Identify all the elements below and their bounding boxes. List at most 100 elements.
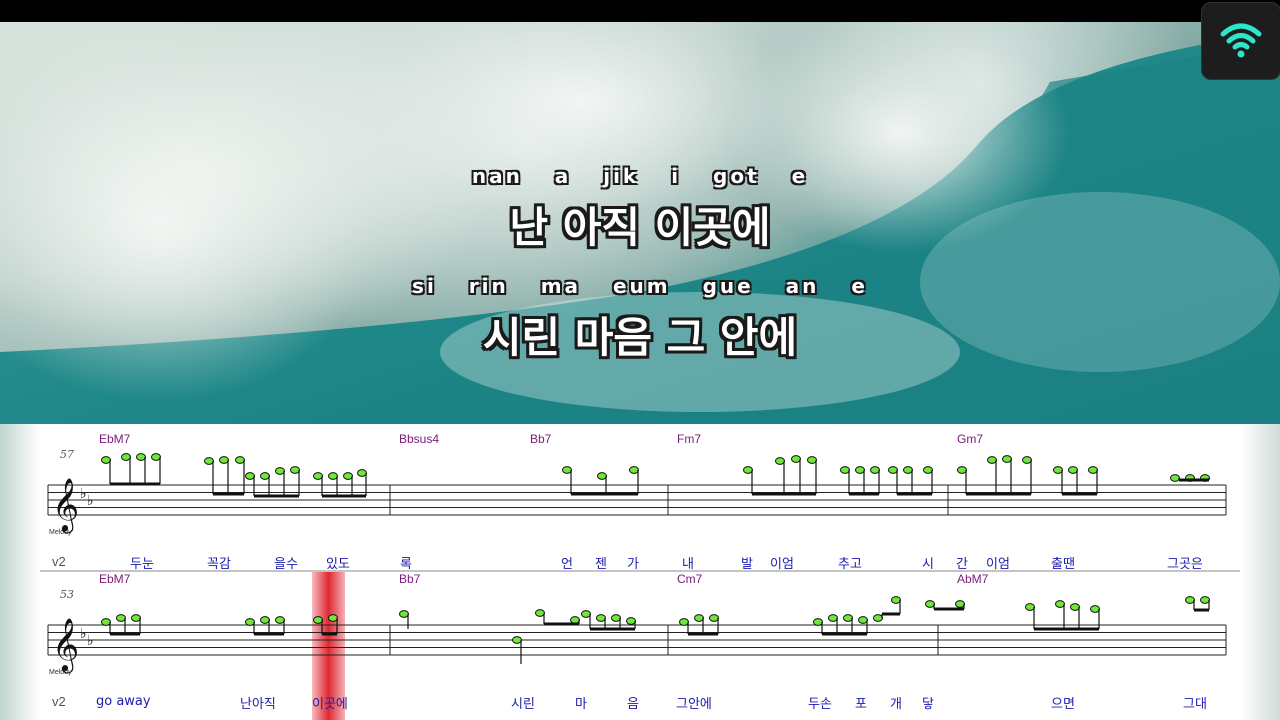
note-head [855, 466, 865, 474]
lyric-syllable: go away [96, 694, 151, 709]
top-black-bar [0, 0, 1280, 22]
note-head [260, 616, 270, 624]
note-head [1068, 466, 1078, 474]
note-head [570, 616, 580, 624]
note-head [1022, 456, 1032, 464]
svg-text:♭: ♭ [80, 626, 87, 642]
lyric-syllable: 젠 [595, 557, 607, 572]
lyric-syllable: 음 [627, 697, 639, 712]
note-head [629, 466, 639, 474]
note-head [1170, 474, 1180, 482]
lyric-syllable: 시 [922, 557, 934, 572]
note-head [891, 596, 901, 604]
note-head [596, 614, 606, 622]
note-head [925, 600, 935, 608]
lyric-syllable: 간 [956, 557, 968, 572]
note-head [313, 616, 323, 624]
lyric-syllable: 두손 [808, 697, 832, 712]
chord-symbol: Cm7 [677, 572, 703, 586]
note-head [313, 472, 323, 480]
note-head [679, 618, 689, 626]
note-head [597, 472, 607, 480]
note-head [626, 617, 636, 625]
lyric-syllable: 마 [575, 697, 587, 712]
lyric-syllable: 가 [627, 557, 639, 572]
lyric-line2-romanization: si rin ma eum gue an e [412, 274, 868, 298]
lyric-syllable: 발 [741, 557, 753, 572]
lyric-syllable: 개 [890, 697, 902, 712]
note-head [957, 466, 967, 474]
note-head [121, 453, 131, 461]
note-head [775, 457, 785, 465]
note-head [840, 466, 850, 474]
note-head [1185, 596, 1195, 604]
verse-label: v2 [52, 694, 66, 709]
note-head [1090, 605, 1100, 613]
note-head [399, 610, 409, 618]
note-head [275, 616, 285, 624]
lyric-syllable: 내 [682, 557, 694, 572]
lyric-syllable: 이엄 [770, 557, 794, 572]
note-head [694, 614, 704, 622]
note-head [116, 614, 126, 622]
note-head [101, 456, 111, 464]
note-head [813, 618, 823, 626]
note-head [870, 466, 880, 474]
staff-notation: 𝄞 𝄞 ♭ ♭ ♭ ♭ [40, 453, 1240, 673]
note-head [1002, 455, 1012, 463]
note-head [1070, 603, 1080, 611]
note-head [807, 456, 817, 464]
note-head [290, 466, 300, 474]
note-head [1088, 466, 1098, 474]
note-head [235, 456, 245, 464]
note-head [858, 616, 868, 624]
svg-text:𝄞: 𝄞 [52, 477, 79, 533]
note-head [828, 614, 838, 622]
note-head [535, 609, 545, 617]
lyric-syllable: 그대 [1183, 697, 1207, 712]
note-head [1200, 596, 1210, 604]
lyric-syllable: 시린 [511, 697, 535, 712]
note-head [219, 456, 229, 464]
note-head [903, 466, 913, 474]
note-head [955, 600, 965, 608]
lyric-syllable: 있도 [326, 557, 350, 572]
chord-symbol: EbM7 [99, 572, 131, 586]
lyric-syllable: 록 [400, 557, 412, 572]
lyric-syllable: 그곳은 [1167, 557, 1203, 572]
note-head [343, 472, 353, 480]
background-video: nan a jik i got e 난 아직 이곳에 si rin ma eum… [0, 22, 1280, 424]
lyric-syllable: 닿 [922, 697, 934, 712]
lyric-syllable: 난아직 [240, 697, 276, 712]
instrument-label: Melody [49, 669, 72, 676]
note-head [512, 636, 522, 644]
chord-symbol: AbM7 [957, 572, 989, 586]
note-head [843, 614, 853, 622]
lyric-line2-hangul: 시린 마음 그 안에 [482, 313, 798, 362]
lyric-syllable: 을수 [274, 557, 298, 572]
lyric-syllable: 이곳에 [312, 697, 348, 712]
note-head [923, 466, 933, 474]
wifi-status-button[interactable] [1201, 2, 1280, 80]
note-head [328, 472, 338, 480]
note-head [791, 455, 801, 463]
lyric-syllable: 두눈 [130, 557, 154, 572]
svg-text:♭: ♭ [87, 633, 94, 649]
note-head [987, 456, 997, 464]
note-head [357, 469, 367, 477]
note-head [1025, 603, 1035, 611]
note-head [245, 472, 255, 480]
measure-number: 53 [60, 588, 74, 601]
lyric-syllable: 출땐 [1051, 557, 1075, 572]
note-head [245, 618, 255, 626]
lyric-syllable: 꼭감 [207, 557, 231, 572]
lyric-syllable: 언 [561, 557, 573, 572]
lyric-syllable: 추고 [838, 557, 862, 572]
note-head [1053, 466, 1063, 474]
chord-symbol: Bb7 [399, 572, 421, 586]
note-head [275, 467, 285, 475]
note-head [260, 472, 270, 480]
note-head [581, 610, 591, 618]
note-head [743, 466, 753, 474]
note-head [101, 618, 111, 626]
